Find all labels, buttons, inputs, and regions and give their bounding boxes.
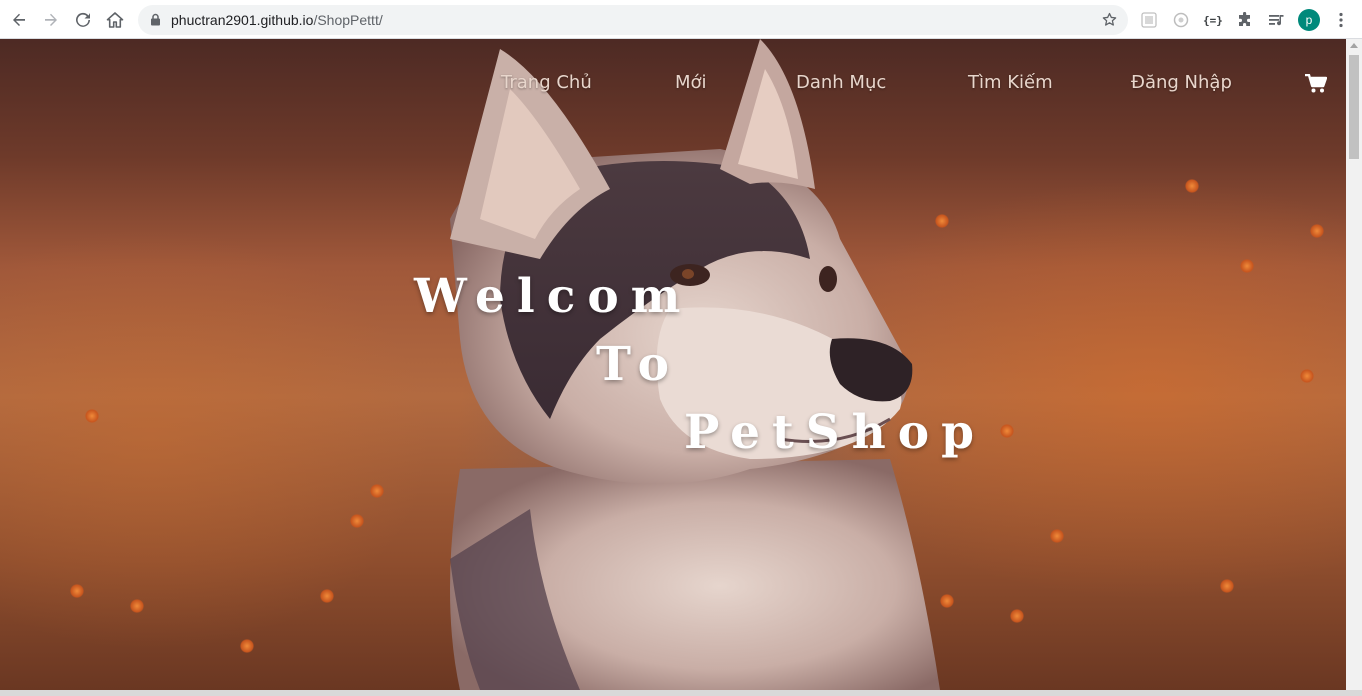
home-icon[interactable] (102, 7, 128, 33)
address-bar[interactable]: phuctran2901.github.io/ShopPettt/ (138, 5, 1128, 35)
puzzle-icon[interactable] (1233, 8, 1257, 32)
browser-toolbar: phuctran2901.github.io/ShopPettt/ {=} p (0, 0, 1362, 39)
kebab-menu-icon[interactable] (1329, 8, 1353, 32)
extension-circle-icon[interactable] (1169, 8, 1193, 32)
url-host: phuctran2901.github.io (171, 12, 314, 28)
nav-new-link[interactable]: Mới (675, 72, 707, 93)
star-icon[interactable] (1101, 11, 1118, 33)
nav-search-link[interactable]: Tìm Kiếm (968, 72, 1053, 93)
hero-section: Trang Chủ Mới Danh Mục Tìm Kiếm Đăng Nhậ… (0, 39, 1346, 690)
page-scrollbar[interactable] (1346, 39, 1362, 690)
hero-to-text: To (596, 337, 681, 392)
json-viewer-icon[interactable]: {=} (1201, 8, 1225, 32)
nav-category-link[interactable]: Danh Mục (796, 72, 886, 93)
hero-welcome-text: Welcom (414, 269, 693, 324)
horizontal-scrollbar[interactable] (0, 690, 1362, 696)
svg-text:{=}: {=} (1203, 14, 1223, 27)
scroll-thumb[interactable] (1349, 55, 1359, 159)
back-arrow-icon[interactable] (6, 7, 32, 33)
media-queue-icon[interactable] (1265, 8, 1289, 32)
nav-login-link[interactable]: Đăng Nhập (1131, 72, 1232, 93)
reload-icon[interactable] (70, 7, 96, 33)
url-text[interactable]: phuctran2901.github.io/ShopPettt/ (171, 12, 383, 28)
lock-icon[interactable] (150, 13, 161, 31)
shopping-cart-icon[interactable] (1305, 73, 1328, 99)
hero-petshop-text: PetShop (684, 405, 987, 460)
url-path: /ShopPettt/ (313, 12, 383, 28)
nav-home-link[interactable]: Trang Chủ (501, 72, 592, 93)
scroll-up-icon[interactable] (1350, 43, 1358, 48)
profile-avatar[interactable]: p (1298, 9, 1320, 31)
forward-arrow-icon[interactable] (38, 7, 64, 33)
extension-grid-icon[interactable] (1137, 8, 1161, 32)
